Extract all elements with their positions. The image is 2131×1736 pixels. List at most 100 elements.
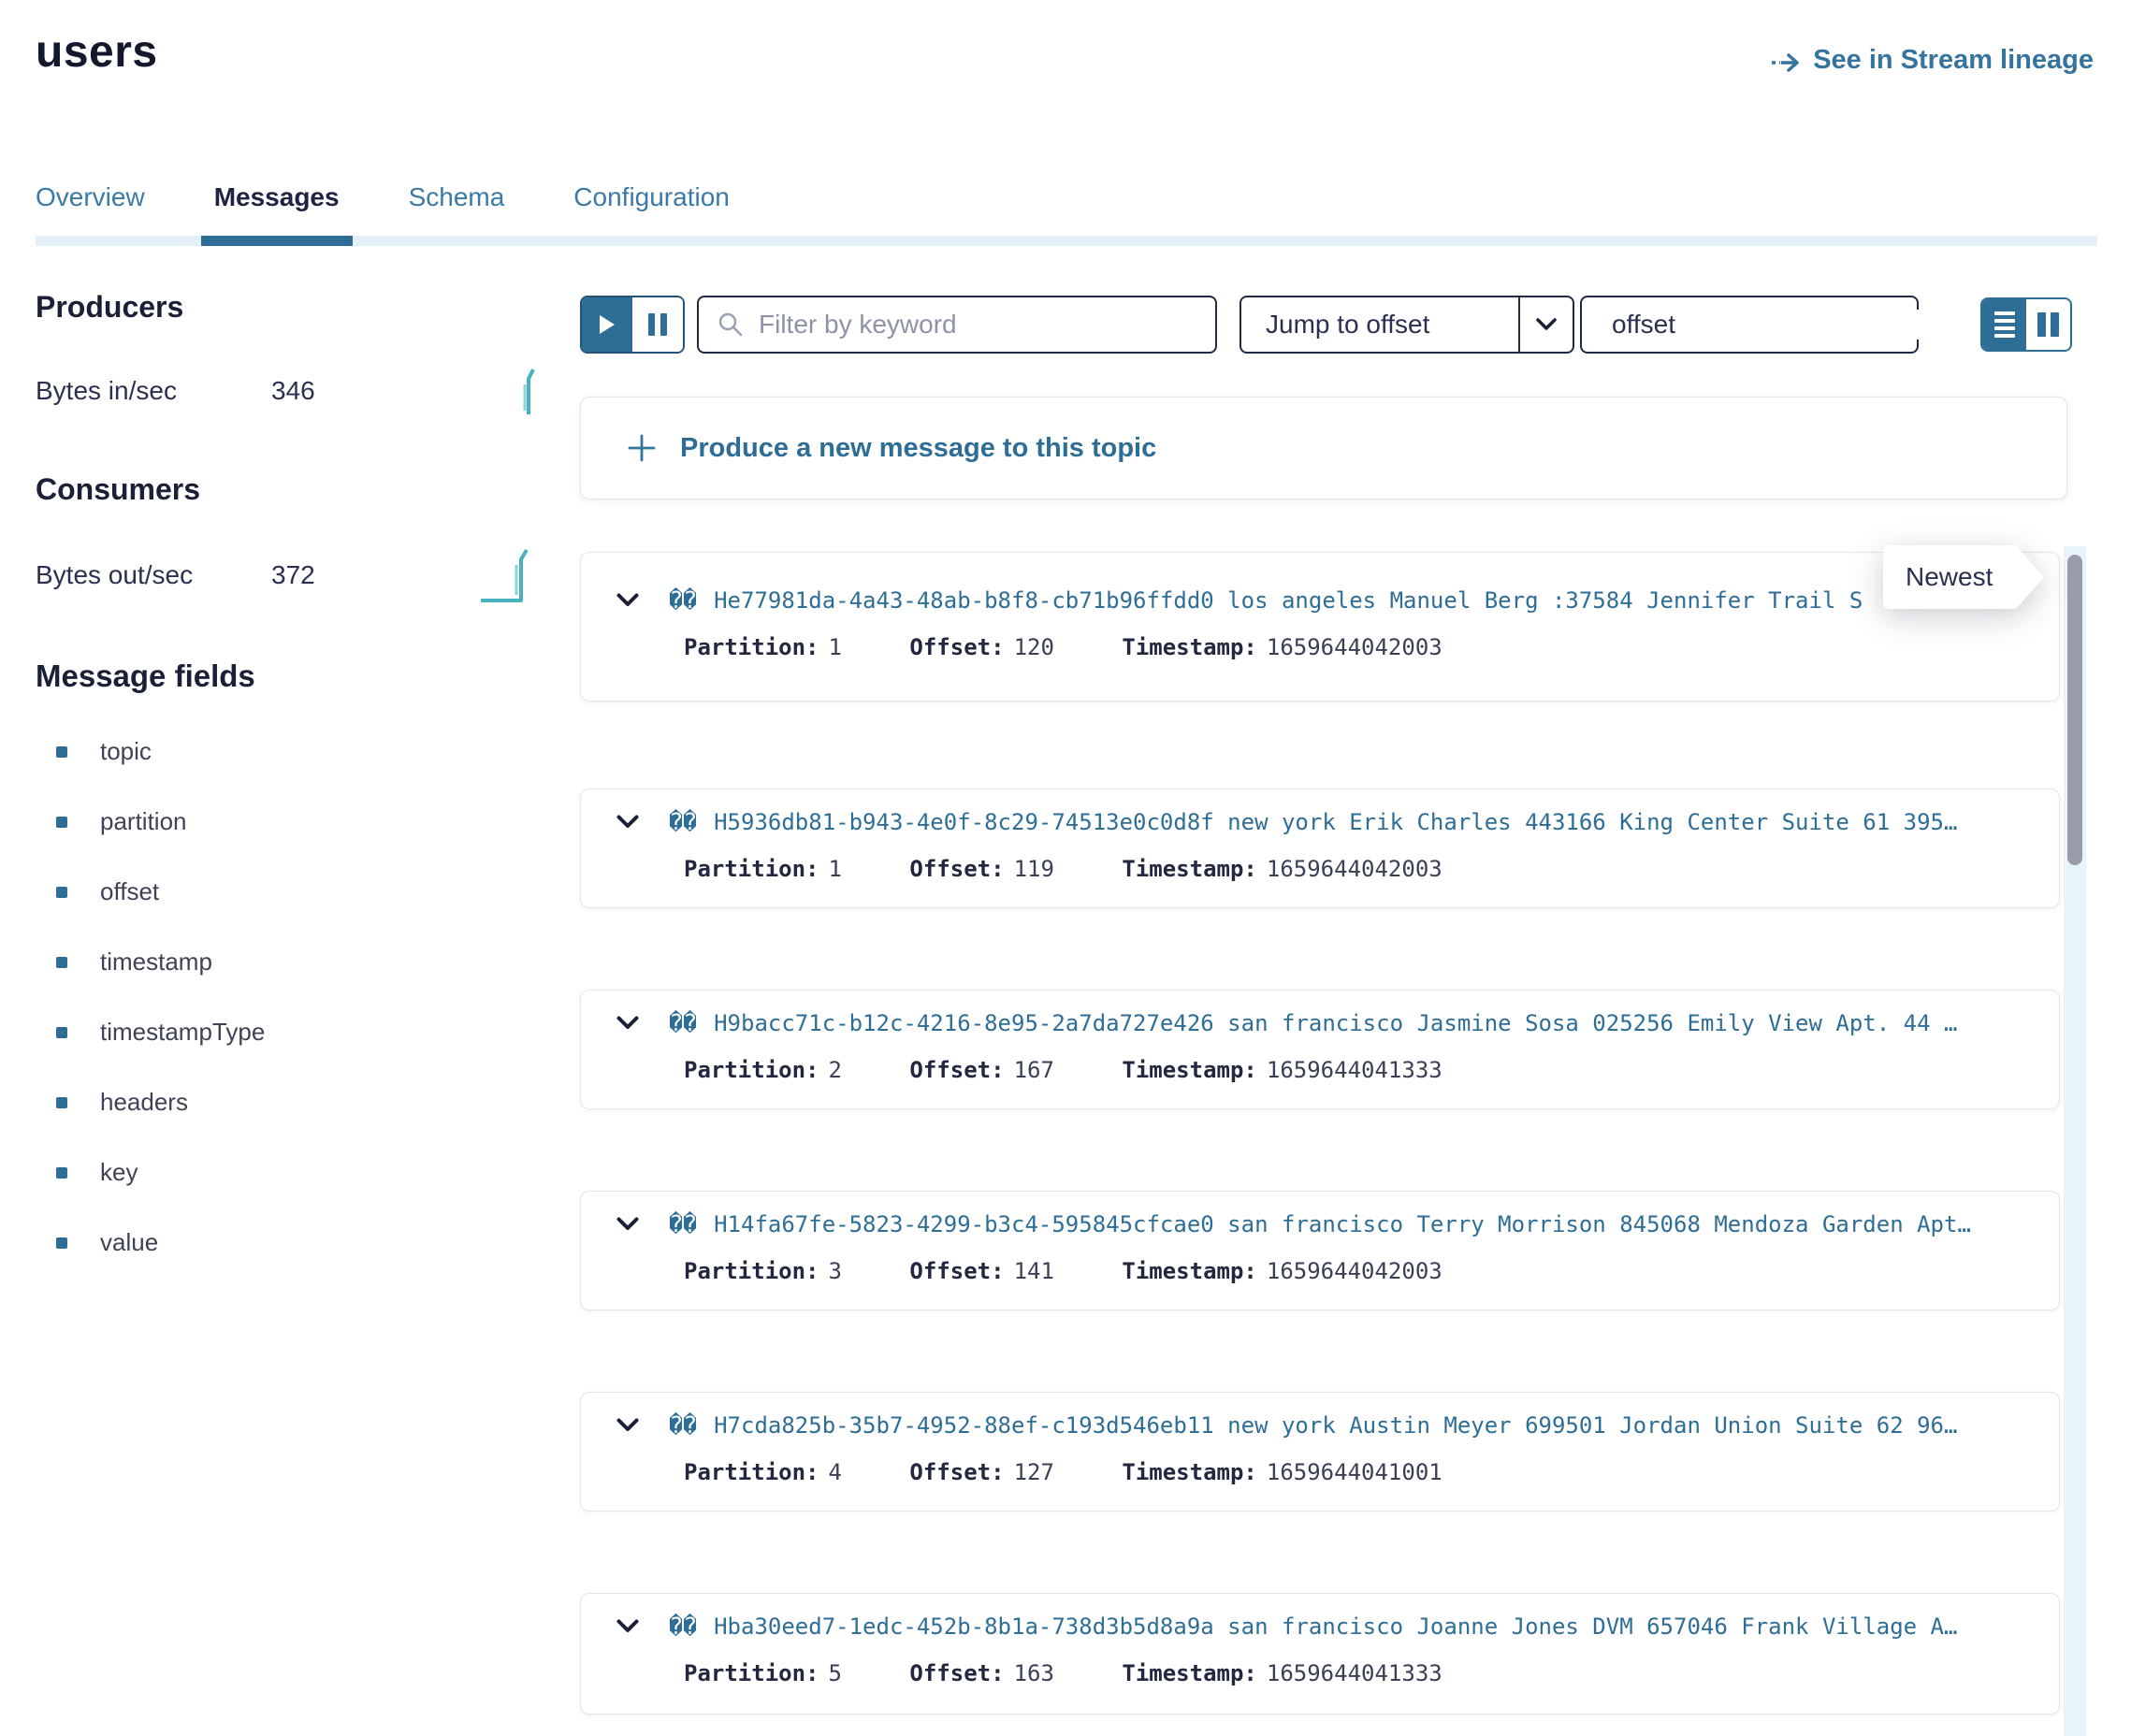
message-meta: Partition:4 Offset:127 Timestamp:1659644…: [684, 1459, 2059, 1485]
topic-messages-page: users See in Stream lineage Overview Mes…: [0, 0, 2131, 1736]
message-meta: Partition:1 Offset:120 Timestamp:1659644…: [684, 634, 2059, 660]
field-bullet-icon: [56, 746, 67, 758]
message-meta: Partition:1 Offset:119 Timestamp:1659644…: [684, 856, 2059, 882]
replacement-glyphs: ��: [669, 1210, 697, 1237]
bytes-out-label: Bytes out/sec: [36, 560, 271, 590]
field-item-partition[interactable]: partition: [36, 807, 541, 836]
partition-value: 1: [829, 856, 842, 882]
produce-message-label: Produce a new message to this topic: [680, 433, 1156, 464]
chevron-down-icon[interactable]: [616, 593, 639, 607]
pause-button[interactable]: [632, 297, 683, 352]
chevron-down-icon[interactable]: [616, 1418, 639, 1432]
field-item-value[interactable]: value: [36, 1228, 541, 1257]
replacement-glyphs: ��: [669, 1009, 697, 1036]
newest-marker: Newest: [1883, 545, 2016, 609]
message-key-summary: H5936db81-b943-4e0f-8c29-74513e0c0d8f ne…: [714, 809, 1957, 835]
tab-configuration[interactable]: Configuration: [573, 182, 730, 237]
field-item-offset[interactable]: offset: [36, 877, 541, 906]
replacement-glyphs: ��: [669, 1411, 697, 1439]
message-meta: Partition:5 Offset:163 Timestamp:1659644…: [684, 1660, 2059, 1686]
select-chevron-cell[interactable]: [1518, 297, 1573, 352]
field-bullet-icon: [56, 957, 67, 968]
message-meta: Partition:3 Offset:141 Timestamp:1659644…: [684, 1258, 2059, 1284]
play-button[interactable]: [582, 297, 632, 352]
newest-marker-arrow-icon: [2016, 545, 2044, 609]
pause-icon: [648, 313, 655, 336]
bytes-in-label: Bytes in/sec: [36, 376, 271, 406]
timestamp-value: 1659644042003: [1267, 856, 1442, 882]
view-toggle-group: [1980, 297, 2072, 352]
message-key-summary: He77981da-4a43-48ab-b8f8-cb71b96ffdd0 lo…: [714, 587, 1863, 614]
tab-schema[interactable]: Schema: [409, 182, 505, 237]
offset-value: 119: [1014, 856, 1054, 882]
message-key-summary: H9bacc71c-b12c-4216-8e95-2a7da727e426 sa…: [714, 1010, 1957, 1036]
chevron-down-icon[interactable]: [616, 815, 639, 829]
chevron-down-icon: [1536, 318, 1557, 331]
produce-message-button[interactable]: Produce a new message to this topic: [580, 397, 2067, 499]
tab-overview[interactable]: Overview: [36, 182, 145, 237]
message-card[interactable]: �� H9bacc71c-b12c-4216-8e95-2a7da727e426…: [580, 990, 2060, 1109]
stream-lineage-label: See in Stream lineage: [1813, 45, 2094, 76]
field-bullet-icon: [56, 887, 67, 898]
offset-value: 127: [1014, 1459, 1054, 1485]
jump-to-offset-select[interactable]: Jump to offset: [1239, 296, 1574, 354]
producers-heading: Producers: [36, 290, 541, 325]
sidebar: Producers Bytes in/sec 346 Consumers Byt…: [36, 290, 541, 1298]
page-title: users: [36, 26, 158, 78]
field-bullet-icon: [56, 1027, 67, 1038]
scrollbar-thumb[interactable]: [2067, 555, 2082, 865]
message-key-summary: H14fa67fe-5823-4299-b3c4-595845cfcae0 sa…: [714, 1211, 1971, 1237]
offset-search-input[interactable]: [1612, 310, 1950, 340]
stream-lineage-link[interactable]: See in Stream lineage: [1770, 45, 2094, 76]
play-icon: [598, 313, 616, 336]
column-view-button[interactable]: [2026, 299, 2070, 350]
field-item-key[interactable]: key: [36, 1158, 541, 1187]
message-fields-list: topic partition offset timestamp timesta…: [36, 737, 541, 1257]
dashed-arrow-icon: [1770, 49, 1802, 73]
timestamp-value: 1659644041333: [1267, 1057, 1442, 1083]
play-pause-group: [580, 296, 685, 354]
chevron-down-icon[interactable]: [616, 1016, 639, 1030]
tab-bar: Overview Messages Schema Configuration: [36, 182, 730, 237]
message-key-summary: H7cda825b-35b7-4952-88ef-c193d546eb11 ne…: [714, 1412, 1957, 1439]
field-item-timestampType[interactable]: timestampType: [36, 1018, 541, 1047]
bytes-in-value: 346: [271, 376, 315, 406]
filter-by-keyword-input[interactable]: [759, 310, 1196, 340]
timestamp-value: 1659644041333: [1267, 1660, 1442, 1686]
chevron-down-icon[interactable]: [616, 1619, 639, 1633]
scrollbar-track[interactable]: [2064, 546, 2086, 1736]
field-bullet-icon: [56, 817, 67, 828]
plus-icon: [628, 434, 656, 462]
field-item-headers[interactable]: headers: [36, 1088, 541, 1117]
message-card[interactable]: �� H14fa67fe-5823-4299-b3c4-595845cfcae0…: [580, 1191, 2060, 1310]
message-card[interactable]: �� Hba30eed7-1edc-452b-8b1a-738d3b5d8a9a…: [580, 1593, 2060, 1714]
field-item-timestamp[interactable]: timestamp: [36, 948, 541, 976]
partition-value: 4: [829, 1459, 842, 1485]
partition-value: 3: [829, 1258, 842, 1284]
offset-value: 120: [1014, 634, 1054, 660]
bytes-in-metric: Bytes in/sec 346: [36, 364, 541, 418]
bytes-out-value: 372: [271, 560, 315, 590]
bytes-out-sparkline-icon: [479, 546, 541, 604]
message-card[interactable]: �� H7cda825b-35b7-4952-88ef-c193d546eb11…: [580, 1392, 2060, 1512]
field-bullet-icon: [56, 1237, 67, 1249]
bytes-out-metric: Bytes out/sec 372: [36, 546, 541, 604]
message-fields-heading: Message fields: [36, 658, 541, 694]
list-view-icon: [1994, 311, 2015, 315]
field-item-topic[interactable]: topic: [36, 737, 541, 766]
tab-messages[interactable]: Messages: [214, 182, 340, 237]
bytes-in-sparkline-icon: [515, 364, 541, 418]
search-icon: [718, 311, 744, 338]
jump-to-offset-value: Jump to offset: [1241, 310, 1518, 340]
list-view-button[interactable]: [1982, 299, 2026, 350]
message-key-summary: Hba30eed7-1edc-452b-8b1a-738d3b5d8a9a sa…: [714, 1613, 1957, 1640]
replacement-glyphs: ��: [669, 586, 697, 614]
partition-value: 2: [829, 1057, 842, 1083]
message-card[interactable]: �� He77981da-4a43-48ab-b8f8-cb71b96ffdd0…: [580, 552, 2060, 702]
field-bullet-icon: [56, 1167, 67, 1179]
timestamp-value: 1659644041001: [1267, 1459, 1442, 1485]
offset-search-wrap: [1580, 296, 1919, 354]
message-meta: Partition:2 Offset:167 Timestamp:1659644…: [684, 1057, 2059, 1083]
chevron-down-icon[interactable]: [616, 1217, 639, 1231]
message-card[interactable]: �� H5936db81-b943-4e0f-8c29-74513e0c0d8f…: [580, 788, 2060, 908]
